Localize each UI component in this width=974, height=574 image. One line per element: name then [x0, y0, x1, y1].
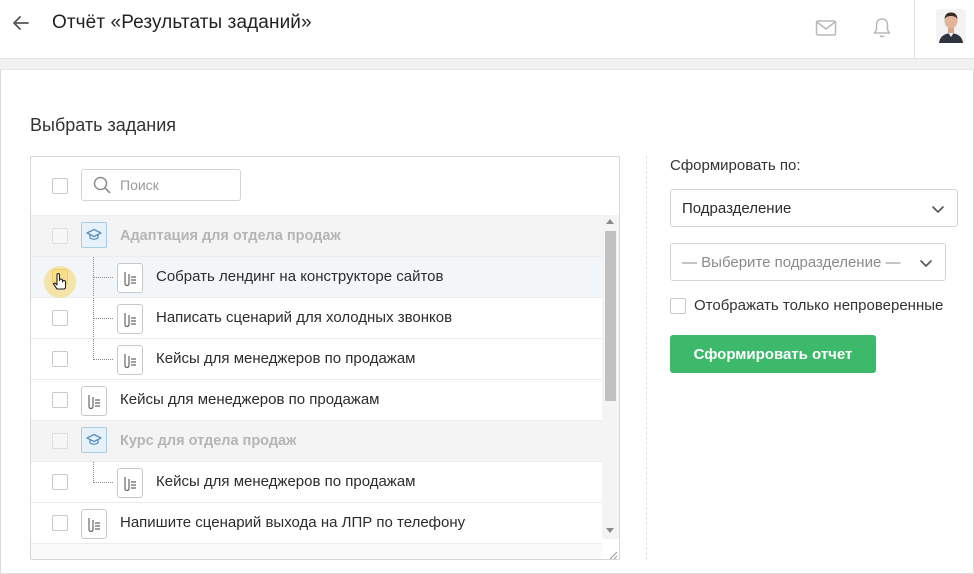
- scroll-down-arrow-icon[interactable]: [606, 528, 614, 533]
- chevron-down-icon: [932, 206, 944, 213]
- task-list: Адаптация для отдела продаж Собрать ленд…: [31, 215, 602, 543]
- row-checkbox[interactable]: [52, 351, 68, 367]
- search-input[interactable]: [120, 177, 230, 193]
- vertical-scrollbar[interactable]: [602, 215, 619, 539]
- task-label: Собрать лендинг на конструкторе сайтов: [156, 268, 444, 285]
- task-label: Кейсы для менеджеров по продажам: [156, 473, 416, 490]
- section-title: Выбрать задания: [30, 115, 177, 135]
- row-checkbox[interactable]: [52, 474, 68, 490]
- task-row[interactable]: Напишите сценарий выхода на ЛПР по телеф…: [31, 502, 602, 543]
- department-select[interactable]: — Выберите подразделение —: [670, 243, 946, 281]
- header-divider: [914, 0, 915, 59]
- hand-cursor-icon: [43, 265, 77, 299]
- department-placeholder: — Выберите подразделение —: [682, 254, 901, 271]
- document-clip-icon: [117, 345, 143, 375]
- task-label: Написать сценарий для холодных звонков: [156, 309, 453, 326]
- tree-connector: [93, 277, 113, 278]
- envelope-icon[interactable]: [814, 16, 838, 40]
- scrollbar-thumb[interactable]: [605, 231, 616, 401]
- task-label: Кейсы для менеджеров по продажам: [120, 391, 380, 408]
- row-checkbox[interactable]: [52, 433, 68, 449]
- document-clip-icon: [81, 509, 107, 539]
- avatar[interactable]: [936, 9, 966, 43]
- document-clip-icon: [117, 304, 143, 334]
- graduation-cap-icon: [81, 222, 107, 248]
- task-label: Кейсы для менеджеров по продажам: [156, 350, 416, 367]
- chevron-down-icon: [920, 260, 932, 267]
- select-all-checkbox[interactable]: [52, 178, 68, 194]
- task-group-row[interactable]: Курс для отдела продаж: [31, 420, 602, 461]
- group-by-value: Подразделение: [682, 200, 792, 217]
- task-row[interactable]: Кейсы для менеджеров по продажам: [31, 338, 602, 379]
- row-checkbox[interactable]: [52, 310, 68, 326]
- panel-footer: [31, 543, 602, 559]
- top-header: Отчёт «Результаты заданий»: [0, 0, 974, 59]
- task-row[interactable]: Кейсы для менеджеров по продажам: [31, 461, 602, 502]
- page-title: Отчёт «Результаты заданий»: [52, 12, 312, 33]
- search-box[interactable]: [81, 169, 241, 201]
- task-group-label: Адаптация для отдела продаж: [120, 228, 341, 244]
- graduation-cap-icon: [81, 427, 107, 453]
- resize-grip-icon[interactable]: [608, 547, 618, 559]
- group-by-label: Сформировать по:: [670, 157, 801, 174]
- tree-connector: [93, 318, 113, 319]
- tree-connector: [93, 462, 94, 483]
- row-checkbox[interactable]: [52, 228, 68, 244]
- task-group-label: Курс для отдела продаж: [120, 433, 297, 449]
- task-row[interactable]: Кейсы для менеджеров по продажам: [31, 379, 602, 420]
- tree-connector: [93, 482, 113, 483]
- column-divider: [646, 156, 647, 560]
- document-clip-icon: [117, 468, 143, 498]
- tree-connector: [93, 359, 113, 360]
- tree-connector: [93, 339, 94, 360]
- group-by-select[interactable]: Подразделение: [670, 189, 958, 227]
- row-checkbox[interactable]: [52, 515, 68, 531]
- task-group-row[interactable]: Адаптация для отдела продаж: [31, 215, 602, 256]
- task-row[interactable]: Собрать лендинг на конструкторе сайтов: [31, 256, 602, 298]
- task-label: Напишите сценарий выхода на ЛПР по телеф…: [120, 514, 466, 531]
- scroll-up-arrow-icon[interactable]: [606, 219, 614, 224]
- task-list-panel: Адаптация для отдела продаж Собрать ленд…: [30, 156, 620, 560]
- panel-toolbar: [31, 157, 619, 215]
- header-shadow-band: [0, 59, 974, 70]
- document-clip-icon: [117, 263, 143, 293]
- document-clip-icon: [81, 386, 107, 416]
- bell-icon[interactable]: [870, 16, 894, 40]
- task-row[interactable]: Написать сценарий для холодных звонков: [31, 297, 602, 339]
- only-unchecked-label: Отображать только непроверенные: [694, 297, 944, 314]
- back-arrow-icon[interactable]: [8, 10, 34, 36]
- only-unchecked-checkbox[interactable]: [670, 298, 686, 314]
- row-checkbox[interactable]: [52, 392, 68, 408]
- generate-report-button[interactable]: Сформировать отчет: [670, 335, 876, 373]
- search-icon: [93, 176, 111, 194]
